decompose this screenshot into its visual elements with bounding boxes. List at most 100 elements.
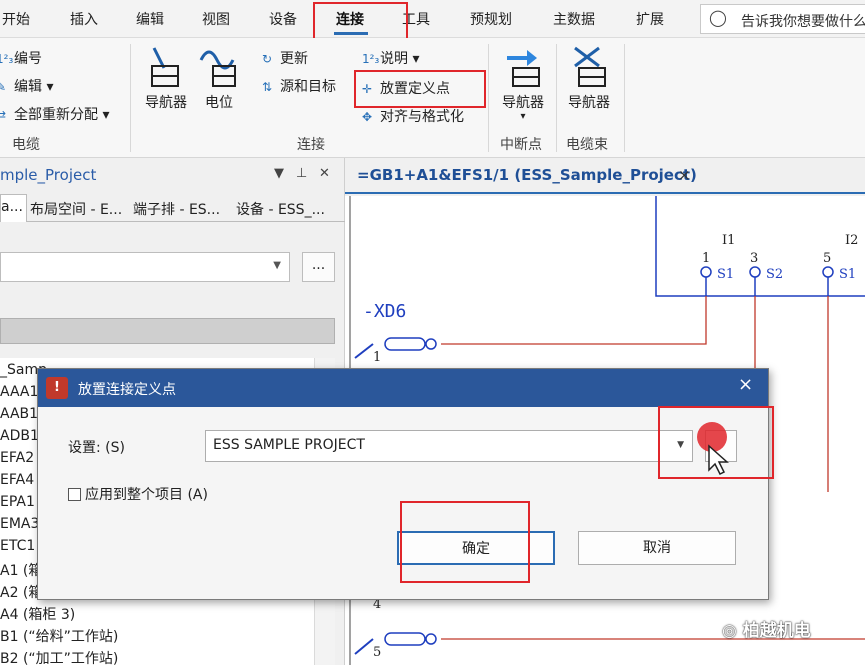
chevron-down-icon: ▼ [273, 260, 281, 271]
breakpoint-group-label: 中断点 [500, 137, 542, 153]
lightbulb-icon: ◯ [709, 8, 727, 27]
panel-tab-1[interactable]: a... [0, 194, 27, 222]
warning-icon: ! [46, 377, 68, 399]
highlight-place-definition-point [354, 70, 486, 108]
panel-tab-terminal-strip[interactable]: 端子排 - ES... [133, 199, 220, 219]
highlight-connection-tab [313, 2, 408, 40]
numbering-icon: 1²₃ [0, 52, 14, 66]
dialog-title: 放置连接定义点 [78, 382, 176, 398]
terminal-number: 1 [373, 350, 381, 365]
bundle-navigator-button[interactable]: 导航器 [563, 44, 615, 112]
breakpoint-navigator-button[interactable]: 导航器 ▾ [497, 44, 549, 122]
tree-item[interactable]: EMA3 [0, 516, 39, 532]
apply-checkbox-label: 应用到整个项目 (A) [85, 487, 208, 503]
panel-header-bar [0, 318, 335, 344]
pin-circle [700, 266, 712, 278]
red-wire [441, 296, 707, 345]
pin-number: 5 [823, 251, 831, 266]
tree-item[interactable]: B2 (“加工”工作站) [0, 648, 118, 665]
align-icon: ✥ [362, 110, 373, 124]
tree-item[interactable]: EPA1 [0, 494, 35, 510]
tab-view[interactable]: 视图 [202, 9, 230, 29]
description-label: 说明 [380, 51, 408, 67]
edit-icon: ✎ [0, 80, 7, 94]
cable-number-label: 编号 [14, 51, 42, 67]
plc-box-outline [655, 196, 865, 297]
tree-item[interactable]: AAA1 [0, 384, 38, 400]
cable-group-label: 电缆 [12, 137, 40, 153]
tree-item[interactable]: A4 (箱柜 3) [0, 604, 75, 624]
dialog-titlebar[interactable]: ! 放置连接定义点 × [38, 369, 768, 407]
tree-item[interactable]: EFA2 [0, 450, 34, 466]
pin-number: 1 [702, 251, 710, 266]
setting-label: 设置: (S) [68, 440, 125, 456]
terminal-symbol [384, 632, 426, 646]
filter-combobox[interactable]: ▼ [0, 252, 290, 282]
align-format-button[interactable]: ✥ 对齐与格式化 [362, 106, 464, 126]
pin-label: S1 [717, 267, 734, 282]
source-target-button[interactable]: ⇅ 源和目标 [262, 76, 336, 96]
pin-circle [822, 266, 834, 278]
group-separator [556, 44, 557, 152]
update-icon: ↻ [262, 52, 273, 66]
pin-label: S1 [839, 267, 856, 282]
breakpoint-navigator-label: 导航器 [502, 95, 544, 111]
ribbon-tab-bar: 开始 插入 编辑 视图 设备 连接 工具 预规划 主数据 扩展 ◯ 告诉我你想要… [0, 0, 865, 38]
checkbox-box[interactable] [68, 488, 81, 501]
wechat-icon: ◎ [722, 621, 743, 641]
pin-number: 3 [750, 251, 758, 266]
pin-label: S2 [766, 267, 783, 282]
search-box[interactable]: ◯ 告诉我你想要做什么 [700, 4, 865, 34]
cable-edit-button[interactable]: ✎ 编辑 ▾ [0, 76, 53, 96]
dialog-close-icon[interactable]: × [738, 374, 753, 395]
align-format-label: 对齐与格式化 [380, 109, 464, 125]
panel-tab-layout-space[interactable]: 布局空间 - E... [30, 199, 122, 219]
filter-more-button[interactable]: ... [302, 252, 335, 282]
search-placeholder: 告诉我你想要做什么 [741, 14, 865, 30]
tab-edit[interactable]: 编辑 [136, 9, 164, 29]
source-target-label: 源和目标 [280, 79, 336, 95]
tab-master-data[interactable]: 主数据 [553, 9, 595, 29]
mouse-cursor-icon [697, 422, 729, 475]
group-label: I1 [722, 233, 735, 248]
tab-extensions[interactable]: 扩展 [636, 9, 664, 29]
device-tag: -XD6 [363, 301, 406, 322]
tab-start[interactable]: 开始 [2, 9, 30, 29]
group-label: I2 [845, 233, 858, 248]
tree-item[interactable]: AAB1 [0, 406, 38, 422]
document-tab-strip: =GB1+A1&EFS1/1 (ESS_Sample_Project) × [345, 158, 865, 194]
tree-item[interactable]: B1 (“给料”工作站) [0, 626, 118, 646]
panel-tab-strip: a... 布局空间 - E... 端子排 - ES... 设备 - ESS_..… [0, 194, 345, 222]
close-icon[interactable]: × [678, 166, 691, 184]
panel-tab-devices[interactable]: 设备 - ESS_... [236, 199, 325, 219]
connection-navigator-button[interactable]: 导航器 [140, 44, 192, 112]
tree-item[interactable]: ADB1 [0, 428, 39, 444]
panel-close-icon[interactable]: ✕ [319, 166, 330, 181]
tree-item[interactable]: EFA4 [0, 472, 34, 488]
navigator-icon [151, 47, 179, 87]
potential-button[interactable]: 电位 [197, 44, 241, 112]
cable-number-button[interactable]: 1²₃编号 [0, 48, 42, 68]
bundle-group-label: 电缆束 [566, 137, 608, 153]
connection-group-label: 连接 [297, 137, 325, 153]
tab-insert[interactable]: 插入 [70, 9, 98, 29]
cable-reassign-button[interactable]: ⇄ 全部重新分配 ▾ [0, 104, 109, 124]
description-icon: 1²₃ [362, 52, 380, 66]
cancel-button[interactable]: 取消 [578, 531, 736, 565]
description-button[interactable]: 1²₃说明 ▾ [362, 48, 419, 68]
bundle-navigator-label: 导航器 [568, 95, 610, 111]
pin-circle [425, 338, 437, 350]
setting-combobox[interactable]: ESS SAMPLE PROJECT ▼ [205, 430, 693, 462]
panel-dropdown-icon[interactable]: ▼ [274, 166, 284, 181]
potential-wave-icon [199, 50, 236, 87]
highlight-ok-button [400, 501, 530, 583]
apply-whole-project-checkbox[interactable]: 应用到整个项目 (A) [68, 484, 208, 504]
pin-icon[interactable]: ⊥ [296, 166, 307, 181]
terminal-link [354, 638, 374, 655]
tab-device[interactable]: 设备 [269, 9, 297, 29]
tab-preplanning[interactable]: 预规划 [470, 9, 512, 29]
document-tab-title[interactable]: =GB1+A1&EFS1/1 (ESS_Sample_Project) [357, 166, 697, 184]
update-button[interactable]: ↻ 更新 [262, 48, 308, 68]
potential-label: 电位 [205, 95, 233, 111]
tree-item[interactable]: ETC1 [0, 538, 35, 554]
